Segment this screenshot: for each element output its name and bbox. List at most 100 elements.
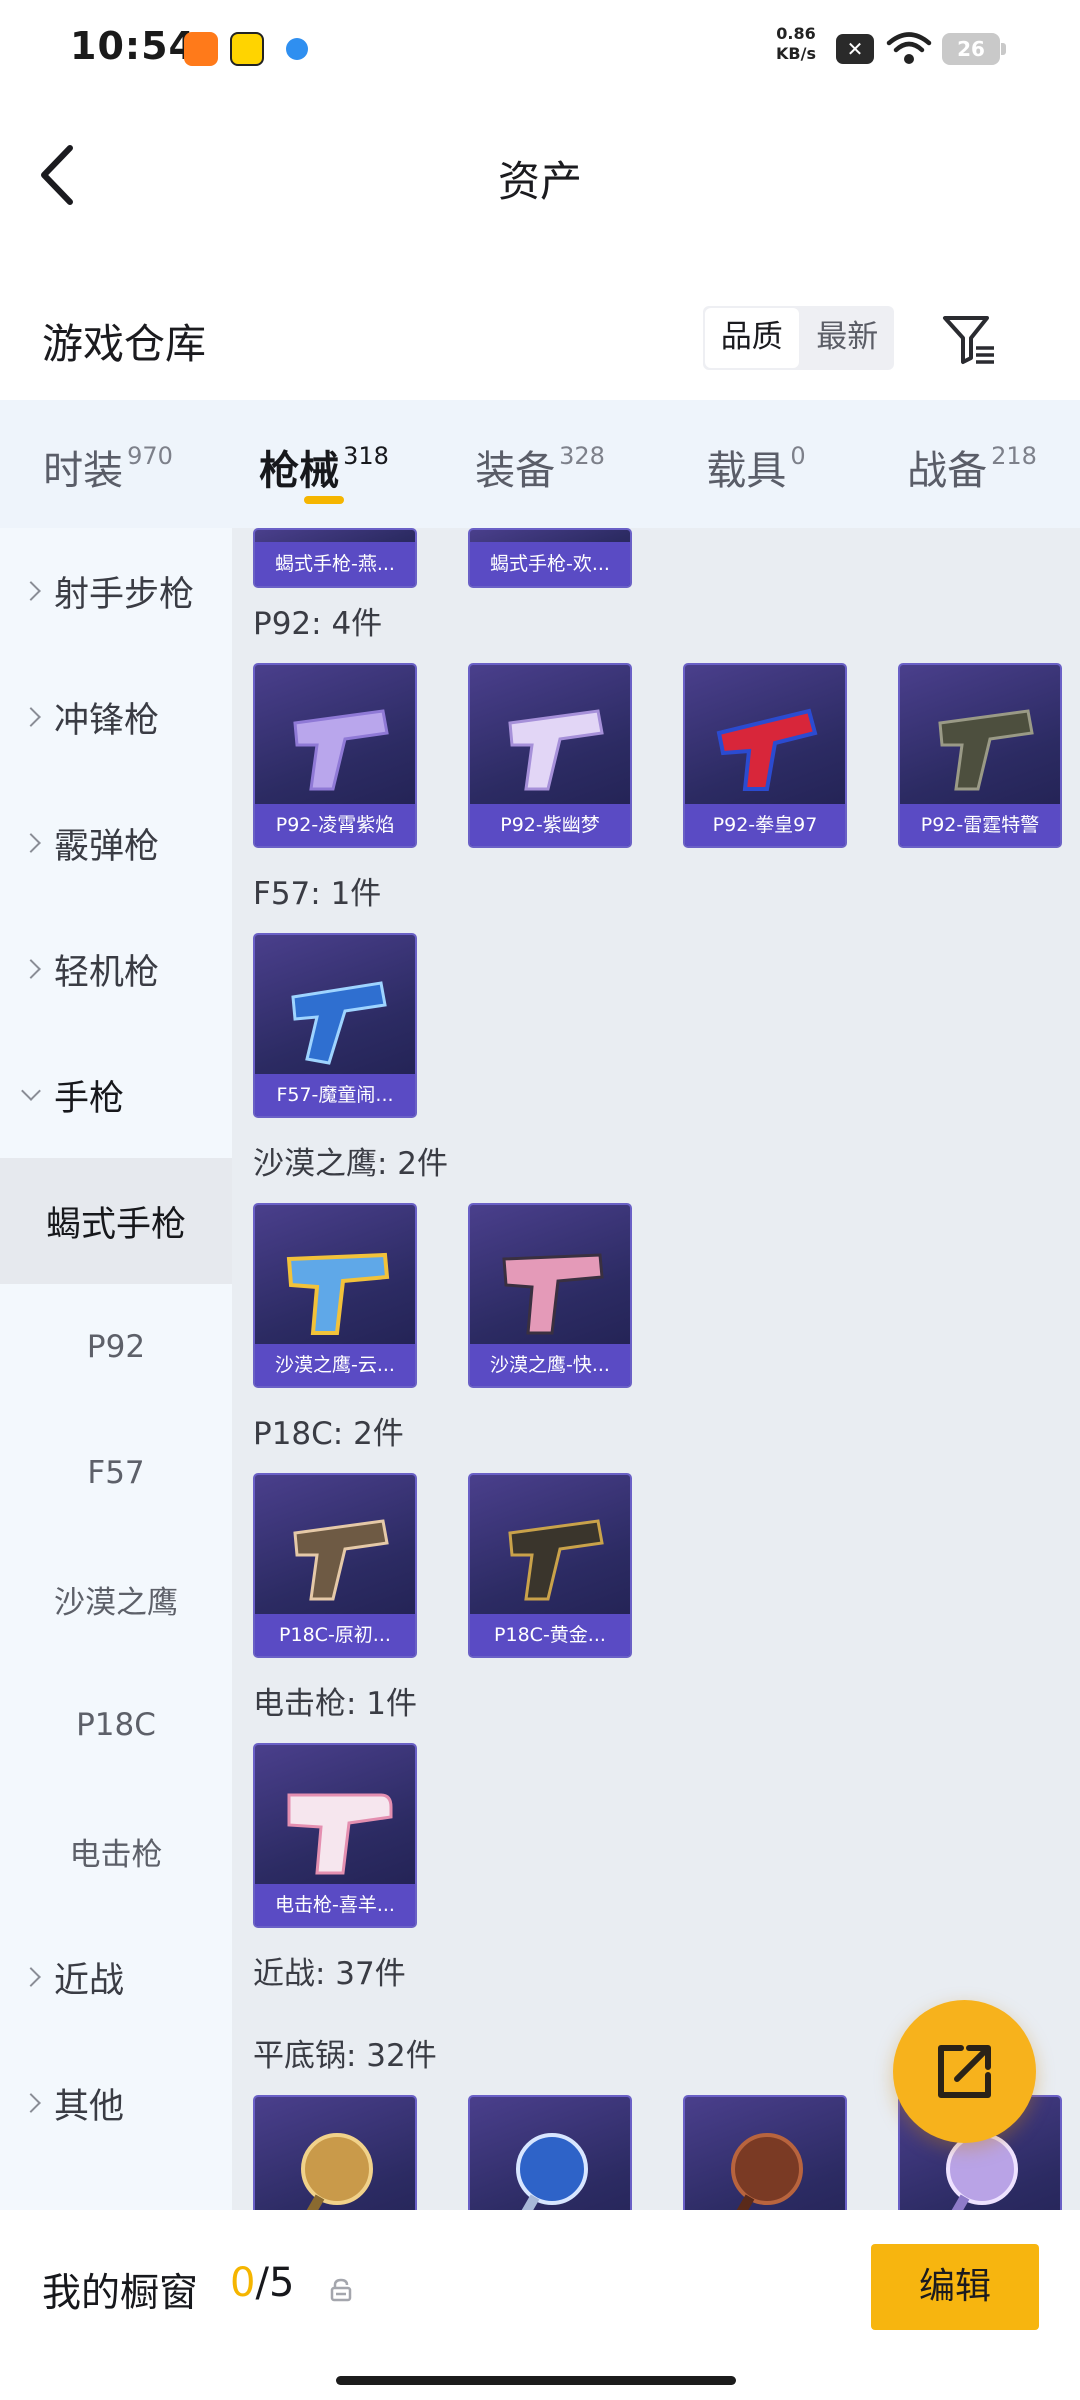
group-title: 沙漠之鹰: 2件 (253, 1146, 449, 1182)
sidebar-item-label: 射手步枪 (54, 574, 195, 615)
item-card[interactable]: P92-紫幽梦 (468, 663, 632, 848)
item-card[interactable]: P18C-原初... (253, 1473, 417, 1658)
item-card[interactable]: 蝎式手枪-欢... (468, 528, 632, 588)
edit-button[interactable]: 编辑 (871, 2244, 1039, 2330)
item-card[interactable] (253, 2095, 417, 2210)
category-tabs: 时装 970 枪械 318 装备 328 载具 0 战备 218 (0, 400, 1080, 528)
item-card[interactable]: P18C-黄金... (468, 1473, 632, 1658)
sidebar-item-label: 其他 (54, 2086, 125, 2127)
tab-count: 218 (991, 442, 1037, 470)
warehouse-title: 游戏仓库 (42, 320, 206, 368)
sort-latest-button[interactable]: 最新 (801, 306, 895, 370)
item-name: F57-魔童闹... (255, 1074, 415, 1116)
sidebar-subitem-scorpion[interactable]: 蝎式手枪 (0, 1158, 232, 1284)
sidebar-item-other[interactable]: 其他 (0, 2040, 232, 2166)
showcase-bar: 我的橱窗 0/5 编辑 (0, 2210, 1080, 2400)
frying-pan-icon (725, 2133, 803, 2210)
item-card[interactable]: P92-凌霄紫焰 (253, 663, 417, 848)
tab-firearms[interactable]: 枪械 318 (216, 400, 432, 528)
sidebar-item-lmg[interactable]: 轻机枪 (0, 906, 232, 1032)
group-title: F57: 1件 (253, 876, 382, 912)
item-card[interactable] (468, 2095, 632, 2210)
sidebar-item-label: 近战 (54, 1960, 125, 2001)
sim-off-icon: ✕ (836, 34, 874, 64)
filter-icon[interactable] (940, 310, 998, 368)
sidebar-subitem-label: P92 (86, 1329, 146, 1365)
chevron-right-icon (21, 1967, 41, 1987)
sidebar-item-pistol[interactable]: 手枪 (0, 1032, 232, 1158)
showcase-title: 我的橱窗 (42, 2271, 199, 2316)
tab-label: 战备 (907, 448, 988, 494)
sidebar-subitem-label: 蝎式手枪 (45, 1204, 186, 1245)
status-time: 10:54 (70, 24, 196, 68)
page-title: 资产 (497, 157, 582, 206)
item-name: 电击枪-喜羊... (255, 1884, 415, 1926)
tab-vehicles[interactable]: 载具 0 (648, 400, 864, 528)
group-title: 电击枪: 1件 (253, 1686, 418, 1722)
item-card[interactable]: 沙漠之鹰-快... (468, 1203, 632, 1388)
share-icon (938, 2045, 991, 2098)
sidebar-item-label: 霰弹枪 (54, 826, 160, 867)
chevron-right-icon (21, 581, 41, 601)
item-card[interactable]: F57-魔童闹... (253, 933, 417, 1118)
tab-count: 970 (127, 442, 173, 470)
tab-label: 载具 (706, 448, 787, 494)
group-title: 平底锅: 32件 (253, 2038, 437, 2074)
sidebar-item-marksman-rifle[interactable]: 射手步枪 (0, 528, 232, 654)
pistol-icon (286, 1252, 390, 1335)
pistol-icon (716, 708, 818, 791)
sidebar-item-shotgun[interactable]: 霰弹枪 (0, 780, 232, 906)
frying-pan-icon (510, 2133, 588, 2210)
item-card[interactable]: P92-拳皇97 (683, 663, 847, 848)
sidebar-subitem-p18c[interactable]: P18C (0, 1662, 232, 1788)
item-card[interactable]: 蝎式手枪-燕... (253, 528, 417, 588)
active-tab-indicator (304, 496, 344, 504)
group-title: P92: 4件 (253, 606, 383, 642)
sidebar-subitem-label: P18C (76, 1707, 156, 1743)
item-name: P18C-原初... (255, 1614, 415, 1656)
sidebar-item-melee[interactable]: 近战 (0, 1914, 232, 2040)
app-notification-icon (230, 32, 264, 66)
sidebar-item-label: 轻机枪 (54, 952, 160, 993)
warehouse-header: 游戏仓库 品质 最新 (0, 260, 1080, 400)
item-card[interactable] (683, 2095, 847, 2210)
item-name: P92-紫幽梦 (470, 804, 630, 846)
battery-icon: 26 (942, 33, 1006, 65)
pistol-icon (508, 709, 604, 791)
app-header: 资产 (0, 100, 1080, 250)
lock-icon (330, 2278, 352, 2302)
status-bar: 10:54 0.86 KB/s ✕ 26 (0, 0, 1080, 100)
tab-fashion[interactable]: 时装 970 (0, 400, 216, 528)
sidebar-item-smg[interactable]: 冲锋枪 (0, 654, 232, 780)
sidebar-subitem-label: 电击枪 (69, 1836, 163, 1873)
browser-notification-icon (280, 32, 314, 66)
item-grid: 蝎式手枪-燕... 蝎式手枪-欢... P92: 4件 P92-凌霄紫焰 P92… (232, 528, 1080, 2210)
share-fab-button[interactable] (893, 2000, 1036, 2143)
item-card[interactable]: 电击枪-喜羊... (253, 1743, 417, 1928)
stun-gun-icon (287, 1793, 393, 1875)
wifi-icon (886, 32, 932, 64)
group-title: P18C: 2件 (253, 1416, 404, 1452)
sidebar-subitem-label: 沙漠之鹰 (54, 1584, 178, 1621)
tab-label: 时装 (43, 448, 124, 494)
sidebar-subitem-p92[interactable]: P92 (0, 1284, 232, 1410)
pistol-icon (502, 1253, 604, 1335)
showcase-separator: / (255, 2260, 269, 2306)
tab-label: 装备 (475, 448, 556, 494)
sidebar-subitem-f57[interactable]: F57 (0, 1410, 232, 1536)
home-indicator[interactable] (336, 2376, 736, 2385)
tab-label: 枪械 (259, 448, 340, 494)
tab-equipment[interactable]: 装备 328 (432, 400, 648, 528)
sidebar-item-label: 冲锋枪 (54, 700, 160, 741)
chevron-right-icon (21, 959, 41, 979)
item-card[interactable]: 沙漠之鹰-云... (253, 1203, 417, 1388)
sidebar-subitem-desert-eagle[interactable]: 沙漠之鹰 (0, 1536, 232, 1662)
tab-supplies[interactable]: 战备 218 (864, 400, 1080, 528)
weapon-sidebar: 射手步枪 冲锋枪 霰弹枪 轻机枪 手枪 蝎式手枪 P92 F57 沙漠之鹰 P1… (0, 528, 232, 2210)
pistol-icon (938, 709, 1034, 791)
sort-quality-button[interactable]: 品质 (705, 308, 799, 368)
sidebar-subitem-stun-gun[interactable]: 电击枪 (0, 1788, 232, 1914)
item-card[interactable]: P92-雷霆特警 (898, 663, 1062, 848)
chevron-right-icon (21, 2093, 41, 2113)
showcase-max: 5 (268, 2260, 295, 2306)
